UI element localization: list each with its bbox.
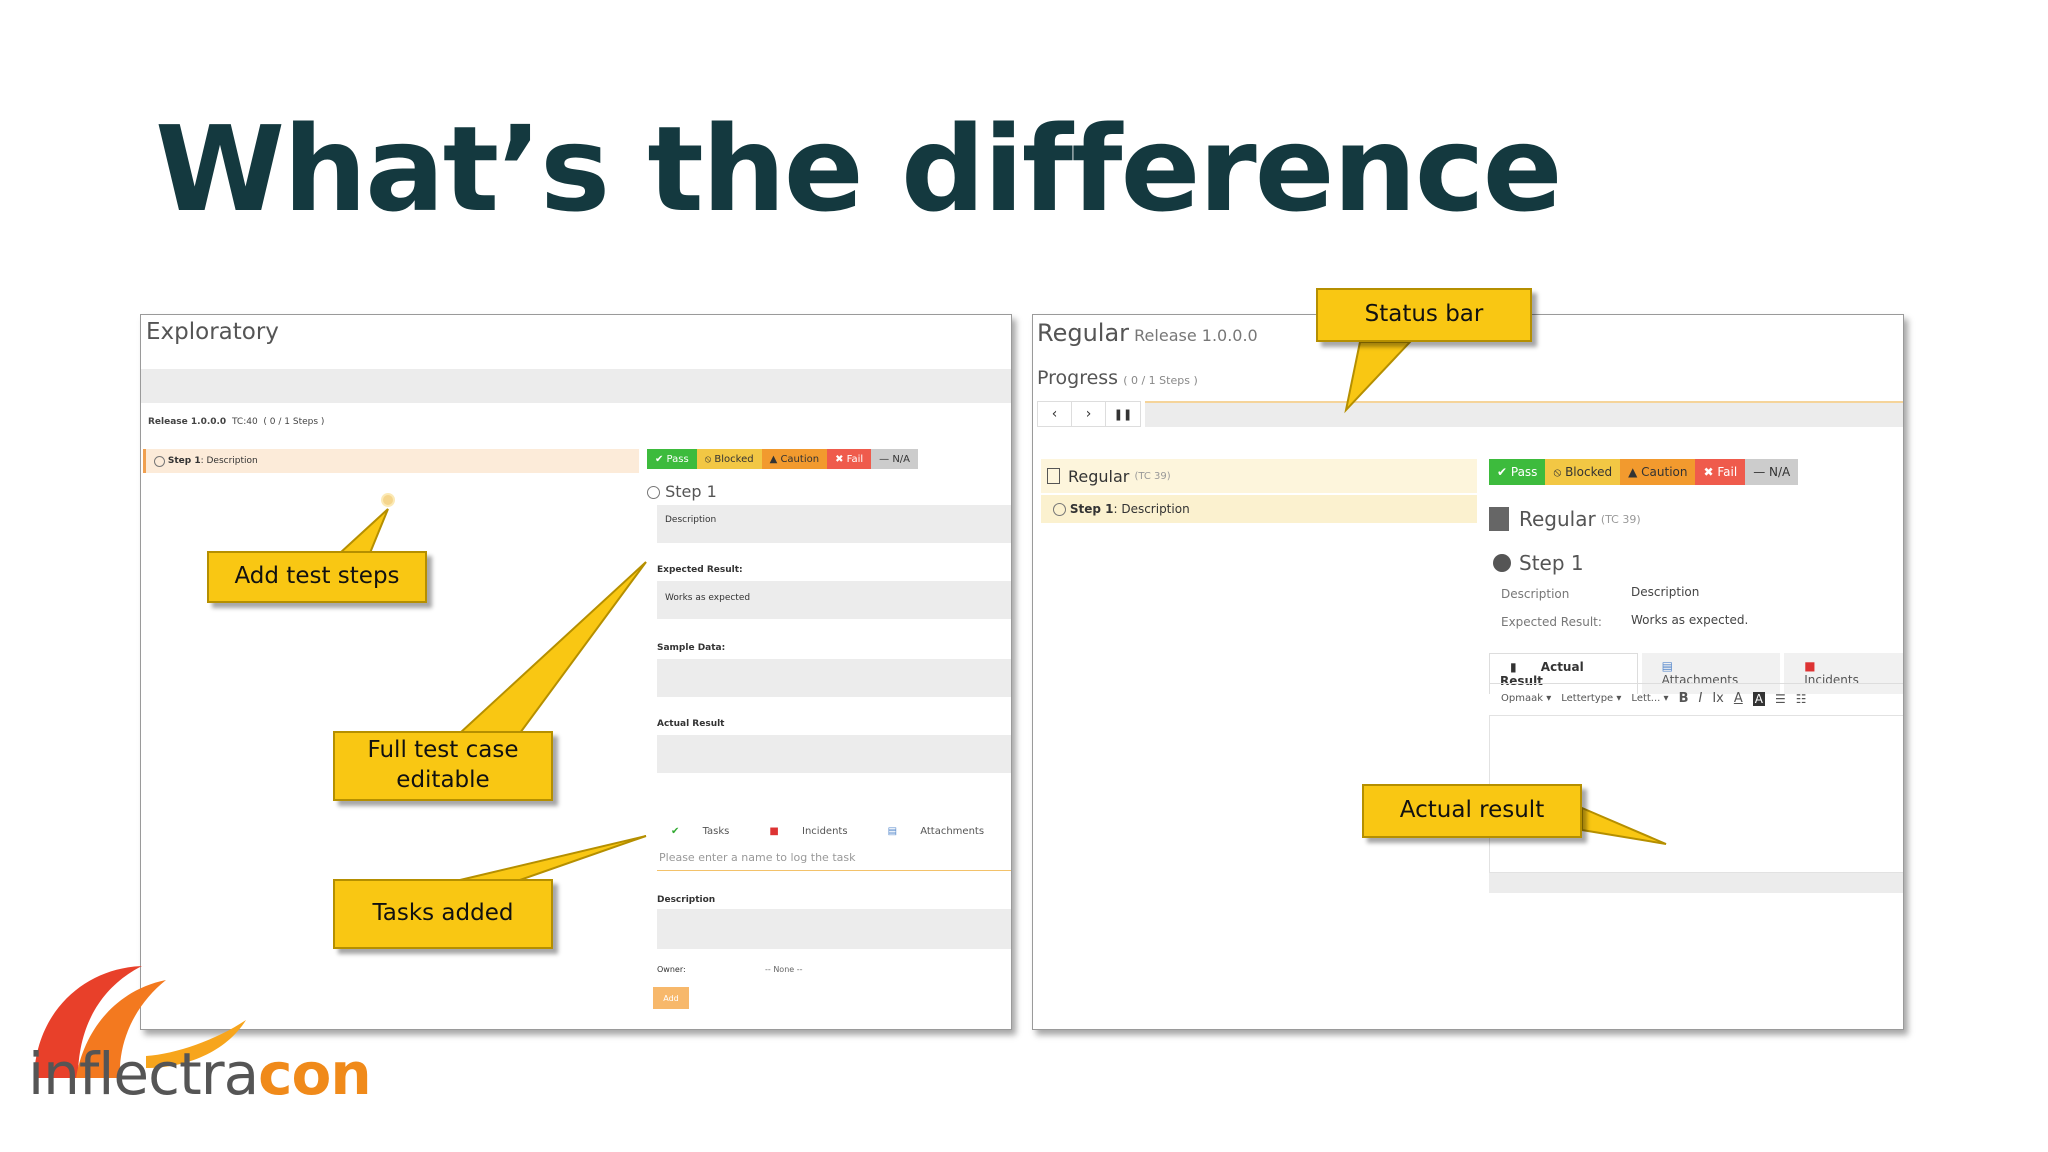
actual-result-pointer bbox=[1581, 806, 1667, 845]
tasks-pointer bbox=[459, 835, 647, 881]
status-bar-pointer bbox=[1344, 341, 1413, 414]
full-test-case-callout: Full test case editable bbox=[333, 731, 553, 801]
add-steps-pointer bbox=[337, 508, 389, 554]
add-test-steps-callout: Add test steps bbox=[207, 551, 427, 603]
status-bar-callout: Status bar bbox=[1316, 288, 1532, 342]
full-case-pointer bbox=[457, 561, 647, 734]
tasks-added-callout: Tasks added bbox=[333, 879, 553, 949]
actual-result-callout: Actual result bbox=[1362, 784, 1582, 838]
